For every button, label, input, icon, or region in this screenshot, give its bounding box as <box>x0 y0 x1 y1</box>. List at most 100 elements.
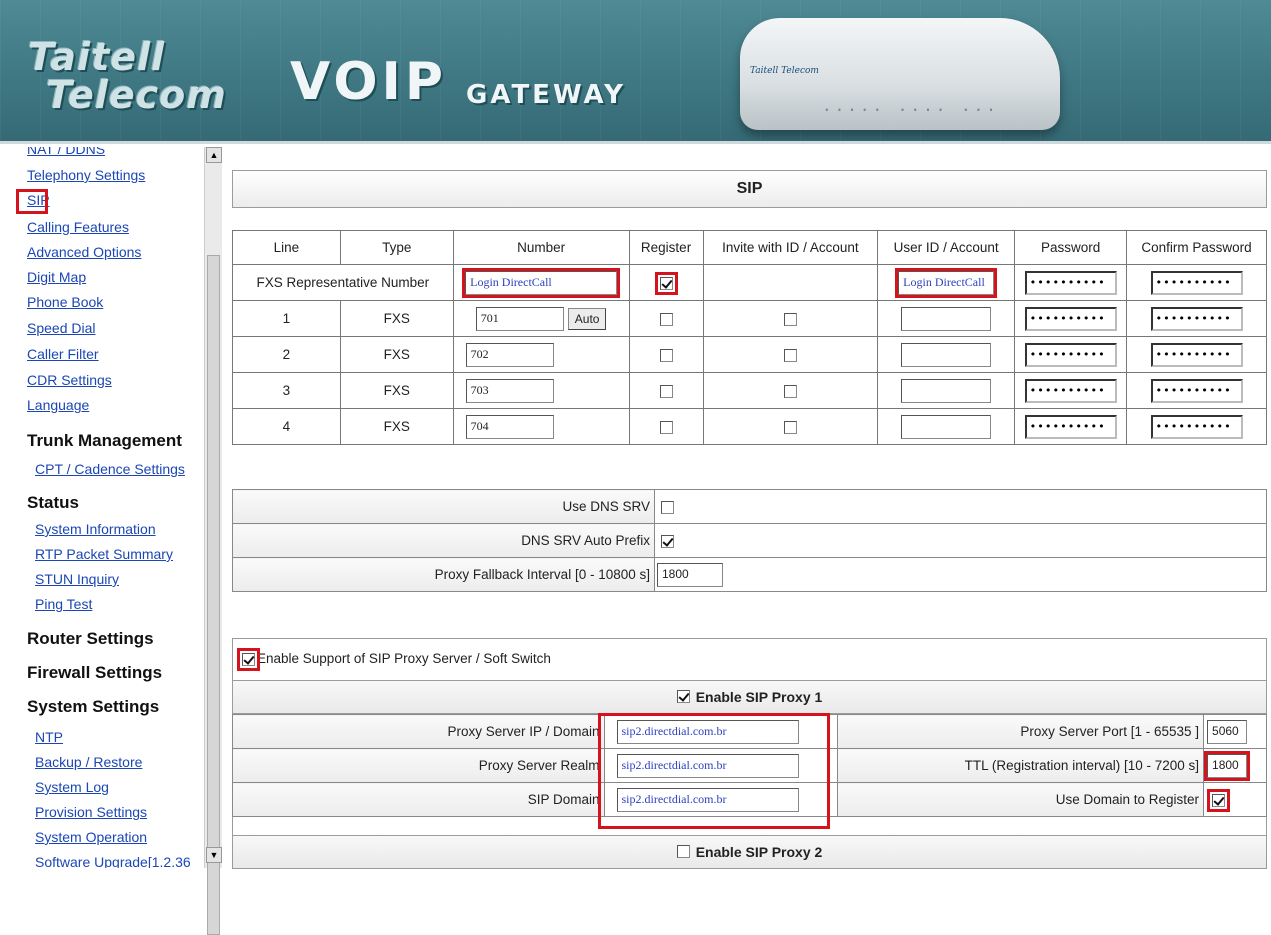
ttl-input[interactable]: 1800 <box>1204 750 1251 781</box>
scroll-up-icon[interactable]: ▲ <box>206 147 222 163</box>
sip-domain-label: SIP Domain <box>232 782 605 817</box>
sidebar-item-ping-test[interactable]: Ping Test <box>35 596 92 612</box>
rep-number-input[interactable]: Login DirectCall <box>462 267 621 298</box>
sidebar-item-stun-inquiry[interactable]: STUN Inquiry <box>35 571 119 587</box>
sidebar-item-caller-filter[interactable]: Caller Filter <box>27 346 99 362</box>
sidebar-item-cdr-settings[interactable]: CDR Settings <box>27 372 112 388</box>
confirm-password-input[interactable]: •••••••••• <box>1150 378 1243 403</box>
sidebar-scrollbar[interactable]: ▲ ▼ <box>204 147 222 935</box>
number-input[interactable]: 703 <box>465 378 554 403</box>
enable-proxy1-checkbox[interactable] <box>676 690 690 704</box>
rep-user-id-input[interactable]: Login DirectCall <box>895 267 998 298</box>
scroll-down-icon[interactable]: ▼ <box>206 847 222 863</box>
col-register: Register <box>628 230 704 265</box>
line-register-cell <box>628 300 704 337</box>
sidebar-item-telephony-settings[interactable]: Telephony Settings <box>27 167 145 183</box>
sidebar-item-software-upgrade[interactable]: Software Upgrade[1.2.36 <box>35 854 191 868</box>
line-number: 4 <box>232 408 341 445</box>
sidebar-item-speed-dial[interactable]: Speed Dial <box>27 320 96 336</box>
dns-settings-table: Use DNS SRV DNS SRV Auto Prefix Proxy Fa… <box>232 489 1267 592</box>
scroll-thumb[interactable] <box>207 255 220 935</box>
enable-proxy2-checkbox[interactable] <box>676 845 690 859</box>
sidebar-item-phone-book[interactable]: Phone Book <box>27 294 103 310</box>
auto-button[interactable]: Auto <box>567 307 607 330</box>
use-dns-srv-checkbox[interactable] <box>661 500 674 514</box>
number-input[interactable]: 702 <box>465 342 554 367</box>
line-type: FXS <box>339 408 454 445</box>
number-input[interactable]: 704 <box>465 414 554 439</box>
rep-register-checkbox[interactable] <box>654 271 678 295</box>
enable-proxy-support-checkbox[interactable] <box>237 647 260 671</box>
table-row: 3 FXS 703 •••••••••• •••••••••• <box>232 372 1267 409</box>
line-number-cell: 701 Auto <box>452 300 630 337</box>
sidebar-item-nat-ddns[interactable]: NAT / DDNS <box>27 147 105 157</box>
section-router-settings[interactable]: Router Settings <box>27 629 154 649</box>
invite-checkbox[interactable] <box>783 312 797 326</box>
rep-number-cell: Login DirectCall <box>452 264 630 301</box>
auto-prefix-checkbox[interactable] <box>661 534 674 548</box>
number-input[interactable]: 701 <box>475 306 564 331</box>
sidebar-item-language[interactable]: Language <box>27 397 89 413</box>
sidebar-item-calling-features[interactable]: Calling Features <box>27 219 129 235</box>
password-input[interactable]: •••••••••• <box>1024 306 1117 331</box>
sidebar-item-rtp-packet-summary[interactable]: RTP Packet Summary <box>35 546 173 562</box>
col-invite: Invite with ID / Account <box>702 230 879 265</box>
sidebar-item-system-information[interactable]: System Information <box>35 521 156 537</box>
sidebar-item-digit-map[interactable]: Digit Map <box>27 269 86 285</box>
rep-password-input[interactable]: •••••••••• <box>1024 270 1117 295</box>
user-id-input[interactable] <box>901 414 992 439</box>
use-dns-srv-label: Use DNS SRV <box>232 489 655 524</box>
brand-line2: Telecom <box>46 73 227 117</box>
enable-proxy-support-label: Enable Support of SIP Proxy Server / Sof… <box>257 651 551 666</box>
password-input[interactable]: •••••••••• <box>1024 414 1117 439</box>
password-input[interactable]: •••••••••• <box>1024 342 1117 367</box>
register-checkbox[interactable] <box>659 312 673 326</box>
ttl-cell: 1800 <box>1203 748 1267 783</box>
sidebar-item-cpt-cadence[interactable]: CPT / Cadence Settings <box>35 461 185 477</box>
register-checkbox[interactable] <box>659 384 673 398</box>
rep-register-cell <box>628 264 704 301</box>
section-firewall-settings[interactable]: Firewall Settings <box>27 663 162 683</box>
fallback-interval-cell: 1800 <box>654 557 1267 592</box>
confirm-password-input[interactable]: •••••••••• <box>1150 414 1243 439</box>
dns-row: Proxy Fallback Interval [0 - 10800 s] 18… <box>232 557 1267 592</box>
sidebar-item-ntp[interactable]: NTP <box>35 729 63 745</box>
sidebar-item-system-operation[interactable]: System Operation <box>35 829 147 845</box>
line-register-cell <box>628 408 704 445</box>
realm-label: Proxy Server Realm <box>232 748 605 783</box>
enable-proxy2-label: Enable SIP Proxy 2 <box>695 844 823 860</box>
line-password-cell: •••••••••• <box>1014 408 1128 445</box>
page-title: SIP <box>232 170 1267 208</box>
sidebar-item-advanced-options[interactable]: Advanced Options <box>27 244 141 260</box>
ttl-label: TTL (Registration interval) [10 - 7200 s… <box>837 748 1205 783</box>
auto-prefix-cell <box>654 523 1267 558</box>
brand-logo: Taitell Telecom <box>28 38 227 114</box>
use-domain-checkbox[interactable] <box>1207 788 1231 812</box>
register-checkbox[interactable] <box>659 420 673 434</box>
confirm-password-input[interactable]: •••••••••• <box>1150 342 1243 367</box>
sidebar-item-system-log[interactable]: System Log <box>35 779 109 795</box>
section-status[interactable]: Status <box>27 493 79 513</box>
port-input[interactable]: 5060 <box>1207 719 1248 744</box>
invite-checkbox[interactable] <box>783 384 797 398</box>
invite-checkbox[interactable] <box>783 348 797 362</box>
rep-confirm-password-input[interactable]: •••••••••• <box>1150 270 1243 295</box>
product-title: VOIP <box>290 52 447 112</box>
user-id-input[interactable] <box>901 306 992 331</box>
register-checkbox[interactable] <box>659 348 673 362</box>
line-password-cell: •••••••••• <box>1014 372 1128 409</box>
invite-checkbox[interactable] <box>783 420 797 434</box>
sidebar-item-provision-settings[interactable]: Provision Settings <box>35 804 147 820</box>
confirm-password-input[interactable]: •••••••••• <box>1150 306 1243 331</box>
enable-proxy1-label: Enable SIP Proxy 1 <box>695 689 823 705</box>
user-id-input[interactable] <box>901 378 992 403</box>
rep-user-id-cell: Login DirectCall <box>877 264 1016 301</box>
password-input[interactable]: •••••••••• <box>1024 378 1117 403</box>
use-domain-cell <box>1203 782 1267 817</box>
section-trunk-management[interactable]: Trunk Management <box>27 431 182 451</box>
section-system-settings[interactable]: System Settings <box>27 697 159 717</box>
user-id-input[interactable] <box>901 342 992 367</box>
sidebar-item-backup-restore[interactable]: Backup / Restore <box>35 754 142 770</box>
fallback-interval-input[interactable]: 1800 <box>657 562 723 587</box>
line-invite-cell <box>702 336 879 373</box>
